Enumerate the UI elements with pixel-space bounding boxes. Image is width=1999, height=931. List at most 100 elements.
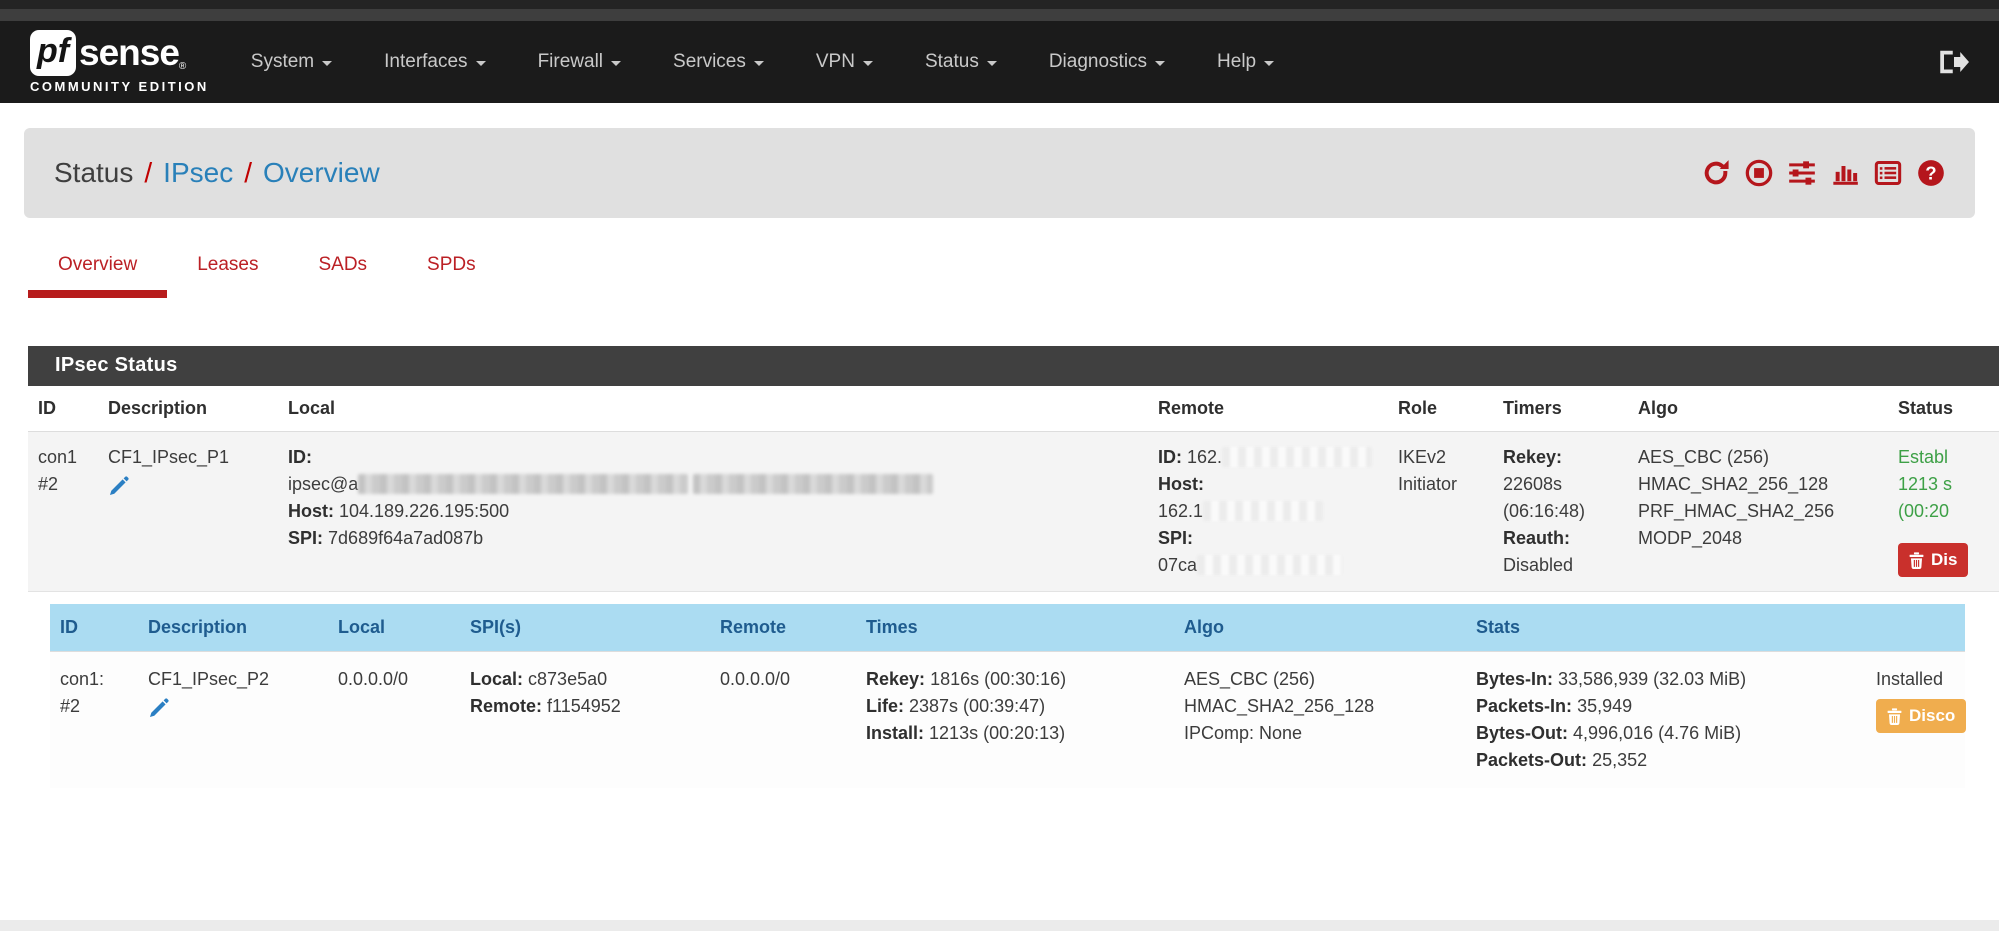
- tab-spds[interactable]: SPDs: [397, 254, 506, 298]
- child-sa-table: ID Description Local SPI(s) Remote Times…: [50, 604, 1965, 788]
- menu-help[interactable]: Help: [1217, 51, 1274, 73]
- spi-local-value: c873e5a0: [528, 669, 607, 689]
- menu-system[interactable]: System: [251, 51, 332, 73]
- tab-sads[interactable]: SADs: [288, 254, 397, 298]
- cell-algo: AES_CBC (256) HMAC_SHA2_256_128 PRF_HMAC…: [1628, 432, 1888, 592]
- navbar-menu: System Interfaces Firewall Services VPN …: [251, 51, 1939, 73]
- col-algo: Algo: [1628, 386, 1888, 432]
- child-conn-subid: #2: [60, 693, 128, 720]
- sign-out-button[interactable]: [1939, 48, 1969, 76]
- cell-id: con1 #2: [28, 432, 98, 592]
- col-id: ID: [28, 386, 98, 432]
- chevron-down-icon: [754, 61, 764, 66]
- table-header-row: ID Description Local Remote Role Timers …: [28, 386, 1999, 432]
- chart-icon[interactable]: [1831, 159, 1859, 187]
- redacted-remote-spi: [1197, 555, 1342, 575]
- spi-local-label: Local:: [470, 669, 523, 689]
- tab-leases[interactable]: Leases: [167, 254, 288, 298]
- child-cell-description: CF1_IPsec_P2: [138, 652, 328, 789]
- child-life-value: 2387s (00:39:47): [909, 696, 1045, 716]
- child-cell-remote: 0.0.0.0/0: [710, 652, 856, 789]
- child-table-row: con1: #2 CF1_IPsec_P2: [50, 652, 1965, 789]
- local-host-label: Host:: [288, 501, 334, 521]
- remote-host-value: 162.1: [1158, 501, 1203, 521]
- bytes-in-value: 33,586,939 (32.03 MiB): [1558, 669, 1746, 689]
- menu-firewall-label: Firewall: [538, 51, 603, 73]
- status-line: 1213 s: [1898, 471, 1999, 498]
- cell-role: IKEv2 Initiator: [1388, 432, 1493, 592]
- cell-remote: ID: 162. Host: 162.1 SPI: 07ca: [1148, 432, 1388, 592]
- description-text: CF1_IPsec_P1: [108, 444, 268, 471]
- breadcrumb-separator: /: [244, 157, 252, 189]
- redacted-local-id: [358, 474, 688, 494]
- help-icon[interactable]: ?: [1917, 159, 1945, 187]
- disconnect-p1-label: Dis: [1931, 550, 1957, 570]
- menu-interfaces[interactable]: Interfaces: [384, 51, 485, 73]
- registered-mark: ®: [179, 61, 186, 72]
- menu-diagnostics-label: Diagnostics: [1049, 51, 1147, 73]
- child-local-net: 0.0.0.0/0: [338, 669, 408, 689]
- sliders-icon[interactable]: [1788, 159, 1816, 187]
- child-cell-local: 0.0.0.0/0: [328, 652, 460, 789]
- refresh-icon[interactable]: [1702, 159, 1730, 187]
- remote-spi-label: SPI:: [1158, 528, 1193, 548]
- child-life-label: Life:: [866, 696, 904, 716]
- menu-vpn-label: VPN: [816, 51, 855, 73]
- chevron-down-icon: [987, 61, 997, 66]
- page-bottom-edge: [0, 920, 1999, 931]
- menu-vpn[interactable]: VPN: [816, 51, 873, 73]
- disconnect-p1-button[interactable]: Dis: [1898, 543, 1968, 577]
- status-line: Establ: [1898, 444, 1999, 471]
- algo-cipher: AES_CBC (256): [1638, 444, 1878, 471]
- edit-phase1-button[interactable]: [108, 475, 130, 505]
- child-col-times: Times: [856, 604, 1174, 652]
- child-rekey-label: Rekey:: [866, 669, 925, 689]
- bytes-out-value: 4,996,016 (4.76 MiB): [1573, 723, 1741, 743]
- menu-firewall[interactable]: Firewall: [538, 51, 621, 73]
- child-col-remote: Remote: [710, 604, 856, 652]
- chevron-down-icon: [322, 61, 332, 66]
- reauth-value: Disabled: [1503, 552, 1618, 579]
- menu-services[interactable]: Services: [673, 51, 764, 73]
- col-remote: Remote: [1148, 386, 1388, 432]
- algo-dh-group: MODP_2048: [1638, 525, 1878, 552]
- chevron-down-icon: [476, 61, 486, 66]
- remote-spi-value: 07ca: [1158, 555, 1197, 575]
- pfsense-logo-row: pf sense ®: [30, 30, 209, 76]
- breadcrumb: Status / IPsec / Overview: [54, 157, 380, 189]
- algo-hmac: HMAC_SHA2_256_128: [1638, 471, 1878, 498]
- panel-title: IPsec Status: [28, 346, 1999, 386]
- spi-remote-value: f1154952: [547, 696, 621, 716]
- tab-overview[interactable]: Overview: [28, 254, 167, 298]
- conn-id: con1: [38, 444, 88, 471]
- main-navbar: pf sense ® COMMUNITY EDITION System Inte…: [0, 21, 1999, 103]
- cell-description: CF1_IPsec_P1: [98, 432, 278, 592]
- pfsense-logo[interactable]: pf sense ® COMMUNITY EDITION: [30, 30, 209, 94]
- sub-tabs: Overview Leases SADs SPDs: [28, 254, 1999, 298]
- child-col-algo: Algo: [1174, 604, 1466, 652]
- col-role: Role: [1388, 386, 1493, 432]
- edit-phase2-button[interactable]: [148, 697, 170, 727]
- child-col-id: ID: [50, 604, 138, 652]
- child-cell-stats: Bytes-In: 33,586,939 (32.03 MiB) Packets…: [1466, 652, 1866, 789]
- status-established: Establ 1213 s (00:20: [1898, 444, 1999, 525]
- packets-in-label: Packets-In:: [1476, 696, 1572, 716]
- breadcrumb-link-ipsec[interactable]: IPsec: [163, 157, 233, 189]
- status-line: (00:20: [1898, 498, 1999, 525]
- menu-services-label: Services: [673, 51, 746, 73]
- child-col-spis: SPI(s): [460, 604, 710, 652]
- menu-status[interactable]: Status: [925, 51, 997, 73]
- redacted-local-id-2: [693, 474, 933, 494]
- remote-id-label: ID:: [1158, 447, 1182, 467]
- disconnect-p2-button[interactable]: Disco: [1876, 699, 1966, 733]
- col-status: Status: [1888, 386, 1999, 432]
- disconnect-p2-label: Disco: [1909, 706, 1955, 726]
- child-install-value: 1213s (00:20:13): [929, 723, 1065, 743]
- list-icon[interactable]: [1874, 159, 1902, 187]
- stop-icon[interactable]: [1745, 159, 1773, 187]
- role-value: Initiator: [1398, 471, 1483, 498]
- child-rekey-value: 1816s (00:30:16): [930, 669, 1066, 689]
- menu-diagnostics[interactable]: Diagnostics: [1049, 51, 1165, 73]
- breadcrumb-link-overview[interactable]: Overview: [263, 157, 380, 189]
- child-sa-container: ID Description Local SPI(s) Remote Times…: [28, 592, 1999, 789]
